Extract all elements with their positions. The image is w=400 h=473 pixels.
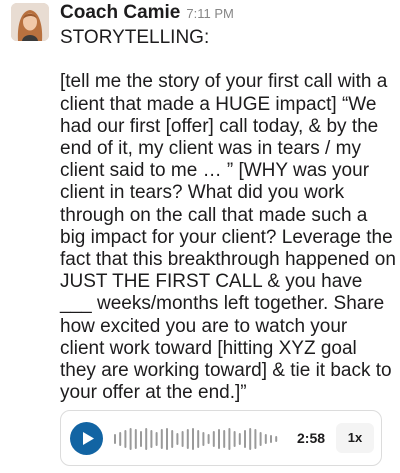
- waveform-bar: [264, 434, 267, 444]
- waveform-bar: [114, 434, 116, 444]
- avatar[interactable]: [11, 3, 49, 41]
- waveform-bar: [218, 429, 220, 449]
- message-header: Coach Camie 7:11 PM: [60, 2, 234, 24]
- waveform-bar: [160, 429, 163, 449]
- waveform-bar: [244, 430, 246, 448]
- waveform-bar: [166, 428, 168, 450]
- audio-player: 2:58 1x: [60, 410, 382, 466]
- message: Coach Camie 7:11 PM STORYTELLING: [tell …: [0, 0, 400, 473]
- audio-duration: 2:58: [297, 430, 326, 446]
- waveform-bar: [150, 430, 153, 448]
- waveform-bar: [134, 429, 137, 449]
- waveform-bar: [212, 431, 215, 447]
- waveform-bar: [119, 432, 122, 446]
- message-text: STORYTELLING: [tell me the story of your…: [60, 27, 396, 404]
- waveform-bar: [171, 430, 174, 448]
- timestamp[interactable]: 7:11 PM: [186, 6, 233, 21]
- waveform-bar: [181, 431, 184, 447]
- waveform-bar: [207, 434, 210, 444]
- waveform-bar: [270, 435, 272, 443]
- waveform[interactable]: [113, 427, 283, 451]
- waveform-bar: [186, 429, 189, 449]
- waveform-bar: [249, 428, 252, 450]
- waveform-bar: [124, 430, 127, 448]
- sender-name[interactable]: Coach Camie: [60, 2, 180, 24]
- waveform-bar: [197, 430, 200, 448]
- waveform-bar: [223, 430, 226, 448]
- waveform-bar: [176, 433, 179, 445]
- waveform-bar: [254, 429, 257, 449]
- waveform-bar: [155, 432, 158, 446]
- waveform-bar: [228, 428, 231, 450]
- waveform-bar: [129, 428, 132, 450]
- waveform-bar: [233, 431, 236, 447]
- waveform-bar: [140, 431, 142, 447]
- play-icon: [83, 432, 94, 445]
- play-button[interactable]: [70, 422, 103, 455]
- waveform-bar: [275, 436, 278, 442]
- waveform-bar: [259, 432, 262, 446]
- waveform-bar: [192, 428, 194, 450]
- waveform-bar: [202, 432, 205, 446]
- playback-speed-button[interactable]: 1x: [336, 423, 374, 453]
- waveform-bar: [145, 428, 148, 450]
- waveform-bar: [238, 433, 241, 445]
